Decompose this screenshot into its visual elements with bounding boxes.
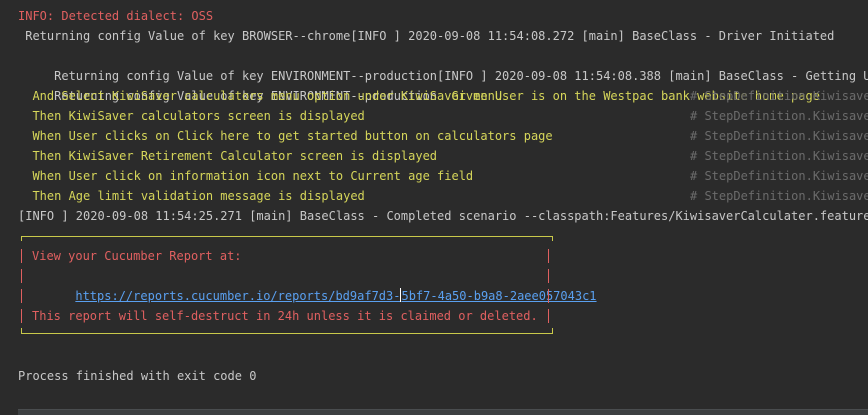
report-box-left-border — [21, 289, 22, 303]
report-url-link-rest[interactable]: 5bf7-4a50-b9a8-2aee057043c1 — [401, 289, 596, 303]
step-line: Then KiwiSaver Retirement Calculator scr… — [18, 149, 438, 163]
report-heading: View your Cucumber Report at: — [32, 249, 242, 263]
step-line: And Select KiwiSaver calculators menu op… — [18, 89, 503, 103]
report-box-right-border — [548, 309, 549, 323]
step-definition-comment[interactable]: # StepDefinition.Kiwisaver — [690, 106, 868, 126]
environment-url-line: Returning config Value of key ENVIRONMEN… — [18, 46, 868, 83]
report-url-line: https://reports.cucumber.io/reports/bd9a… — [32, 266, 597, 303]
report-box-left-border — [21, 249, 22, 263]
completed-scenario-line: [INFO ] 2020-09-08 11:54:25.271 [main] B… — [18, 209, 868, 223]
partial-previous-line: -- ~~~~~~ ~~ ~~ ~~~~~~ ~~~~~~~ ~~ — [0, 0, 400, 4]
cucumber-report-box: View your Cucumber Report at: https://re… — [21, 236, 597, 334]
report-box-top-border — [21, 236, 553, 241]
step-definition-comment[interactable]: # StepDefinition.Kiwisaver — [690, 146, 868, 166]
browser-config-line: Returning config Value of key BROWSER--c… — [18, 29, 835, 43]
step-line: When User click on information icon next… — [18, 169, 474, 183]
step-line: Then KiwiSaver calculators screen is dis… — [18, 109, 365, 123]
report-box-left-border — [21, 309, 22, 323]
step-definition-comment[interactable]: # StepDefinition.Kiwisaver — [690, 186, 868, 206]
report-box-left-border — [21, 269, 22, 283]
environment-step-line: Returning config Value of key ENVIRONMEN… — [18, 66, 820, 103]
step-definition-comment[interactable]: # StepDefinition.Kiwisaver — [690, 86, 868, 106]
dialect-info-line: INFO: Detected dialect: OSS — [18, 9, 214, 23]
process-exit-message: Process finished with exit code 0 — [18, 369, 257, 383]
report-box-right-border — [548, 249, 549, 263]
run-console-output[interactable]: -- ~~~~~~ ~~ ~~ ~~~~~~ ~~~~~~~ ~~ INFO: … — [0, 0, 868, 415]
report-box-bottom-border — [21, 328, 553, 334]
step-line: When User clicks on Click here to get st… — [18, 129, 553, 143]
report-url-link[interactable]: https://reports.cucumber.io/reports/bd9a… — [75, 289, 400, 303]
step-definition-comment[interactable]: # StepDefinition.Kiwisaver — [690, 166, 868, 186]
report-box-right-border — [548, 289, 549, 303]
report-warning: This report will self-destruct in 24h un… — [32, 309, 538, 323]
step-definition-comment[interactable]: # StepDefinition.Kiwisaver — [690, 126, 868, 146]
step-line: Then Age limit validation message is dis… — [18, 189, 365, 203]
horizontal-scrollbar[interactable] — [18, 409, 868, 415]
